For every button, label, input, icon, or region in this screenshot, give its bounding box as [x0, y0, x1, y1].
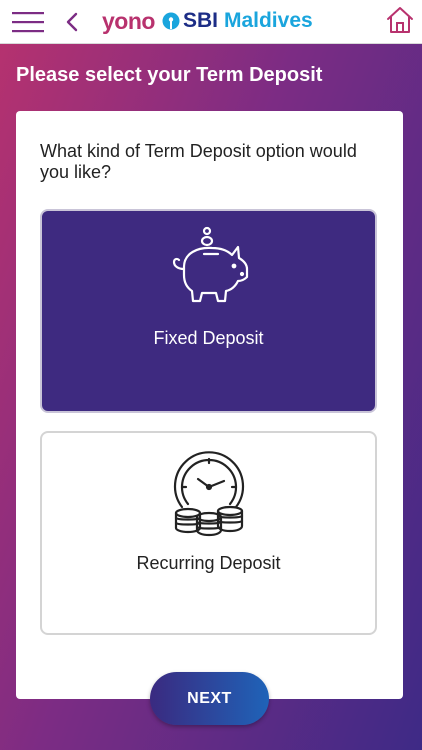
- sbi-logo-icon: [162, 12, 180, 30]
- clock-coins-icon: [173, 451, 244, 537]
- brand-yono: yono: [102, 7, 155, 34]
- fixed-deposit-label: Fixed Deposit: [153, 328, 264, 348]
- next-button[interactable]: NEXT: [150, 672, 269, 725]
- back-icon[interactable]: [62, 10, 82, 34]
- recurring-deposit-option[interactable]: Recurring Deposit: [40, 431, 377, 635]
- top-bar: yono SBI Maldives: [0, 0, 422, 44]
- question-text: What kind of Term Deposit option would y…: [40, 141, 357, 182]
- menu-icon[interactable]: [10, 9, 46, 35]
- brand-logo: yono SBI Maldives: [102, 6, 313, 36]
- piggy-bank-icon: [172, 226, 248, 303]
- page-title: Please select your Term Deposit: [16, 64, 323, 86]
- fixed-deposit-option[interactable]: Fixed Deposit: [40, 209, 377, 413]
- brand-sbi: SBI: [182, 9, 218, 32]
- recurring-deposit-label: Recurring Deposit: [136, 553, 281, 573]
- term-deposit-card: What kind of Term Deposit option would y…: [16, 111, 403, 699]
- brand-location: Maldives: [223, 9, 313, 32]
- home-icon[interactable]: [385, 5, 415, 35]
